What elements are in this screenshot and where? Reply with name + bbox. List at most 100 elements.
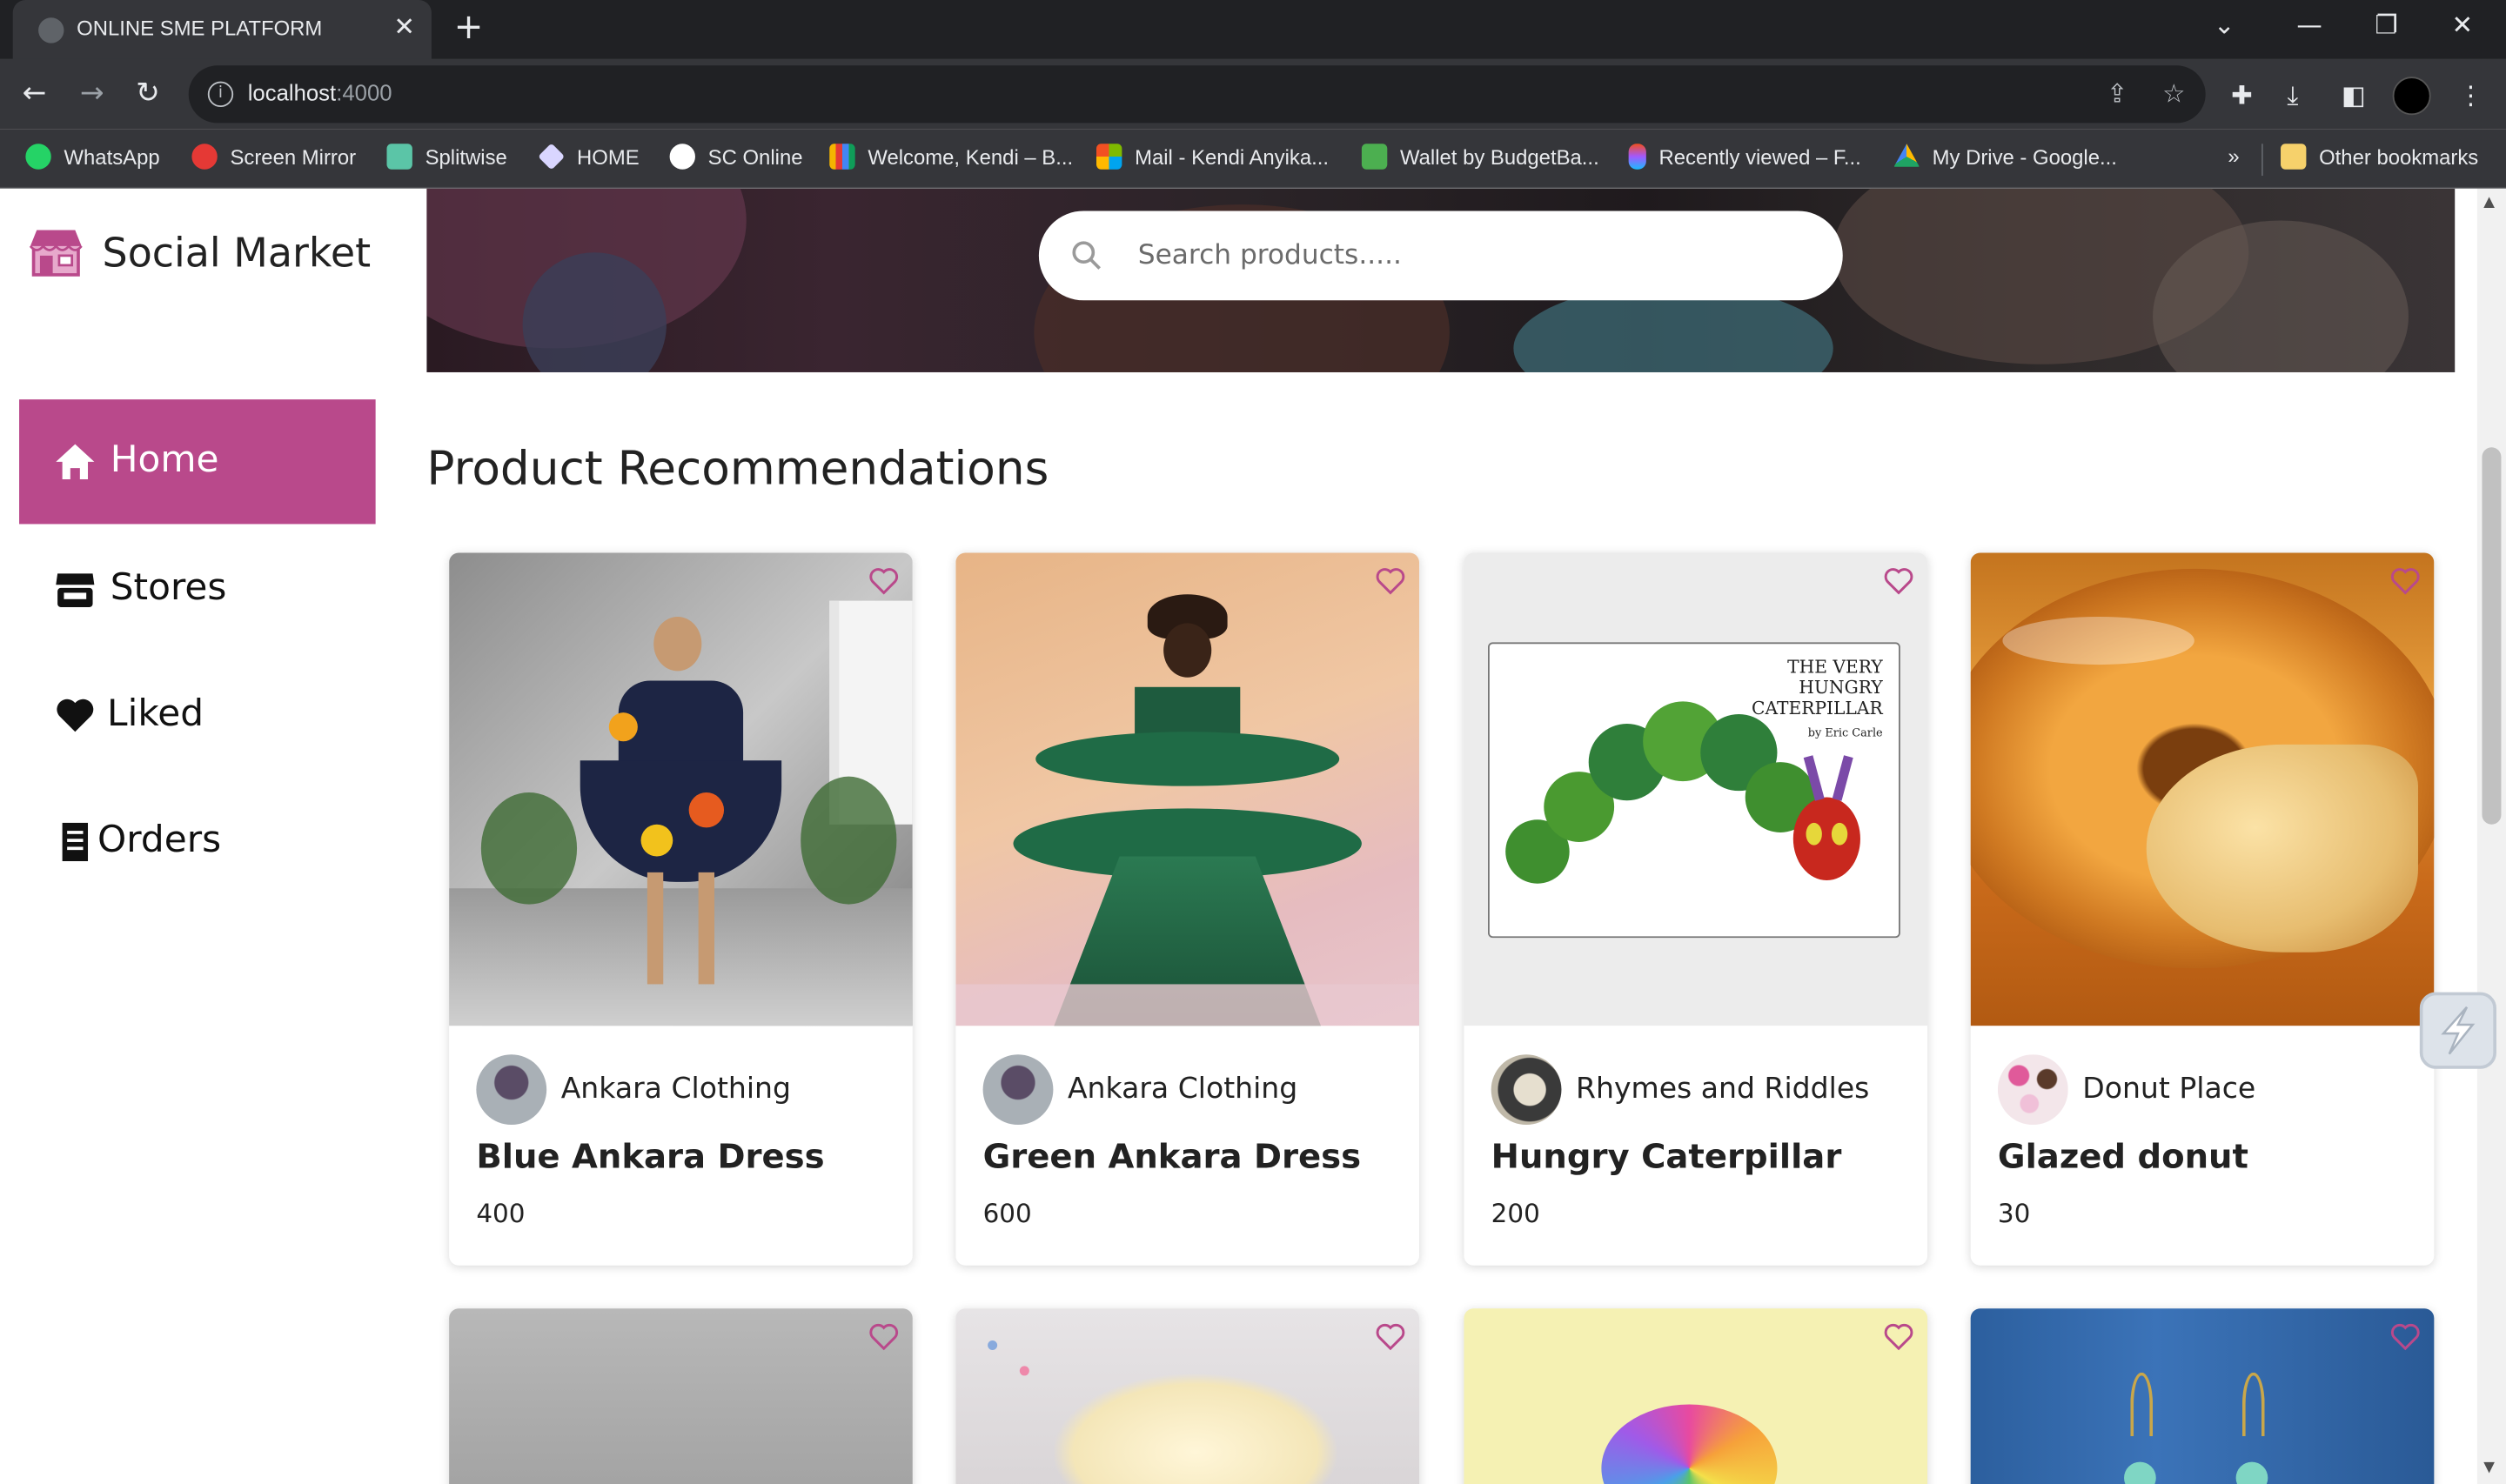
nav-home[interactable]: Home bbox=[19, 399, 376, 525]
product-image[interactable]: THE VERY HUNGRY CATERPILLAR by Eric Carl… bbox=[1464, 552, 1928, 1026]
avatar bbox=[1997, 1054, 2068, 1126]
store-name: Ankara Clothing bbox=[560, 1072, 792, 1106]
screen-mirror-icon bbox=[191, 144, 218, 170]
bookmark-other[interactable]: Other bookmarks bbox=[2281, 144, 2478, 176]
product-card[interactable]: Donut Place Glazed donut 30 bbox=[1970, 552, 2435, 1266]
bookmarks-divider bbox=[2261, 144, 2263, 177]
heart-icon[interactable] bbox=[868, 1321, 900, 1354]
product-name: Hungry Caterpillar bbox=[1491, 1137, 1842, 1176]
product-card[interactable] bbox=[449, 1308, 913, 1484]
store-name: Ankara Clothing bbox=[1067, 1072, 1298, 1106]
section-title: Product Recommendations bbox=[426, 440, 1049, 496]
heart-icon[interactable] bbox=[1375, 565, 1407, 598]
sc-online-icon bbox=[669, 144, 695, 170]
folder-icon bbox=[2281, 144, 2307, 170]
product-price: 400 bbox=[476, 1198, 526, 1229]
chevron-down-icon[interactable]: ⌄ bbox=[2214, 10, 2235, 40]
back-icon[interactable]: ← bbox=[23, 77, 47, 111]
bookmark-screen-mirror[interactable]: Screen Mirror bbox=[191, 144, 356, 176]
menu-icon[interactable]: ⋮ bbox=[2458, 80, 2483, 110]
nav-orders[interactable]: Orders bbox=[19, 779, 376, 904]
floating-extension-button[interactable] bbox=[2419, 992, 2496, 1069]
nav-stores[interactable]: Stores bbox=[19, 527, 376, 652]
whatsapp-icon bbox=[25, 144, 51, 170]
product-card[interactable]: Ankara Clothing Blue Ankara Dress 400 bbox=[449, 552, 913, 1266]
info-icon[interactable]: i bbox=[207, 81, 234, 108]
share-icon[interactable]: ⇪ bbox=[2107, 78, 2128, 109]
bookmark-my-drive[interactable]: My Drive - Google... bbox=[1893, 144, 2117, 176]
store-name: Donut Place bbox=[2082, 1072, 2256, 1106]
bookmark-home[interactable]: HOME bbox=[538, 143, 640, 176]
bookmark-splitwise[interactable]: Splitwise bbox=[386, 144, 507, 176]
page-scrollbar[interactable]: ▲ ▼ bbox=[2476, 188, 2506, 1484]
address-bar[interactable]: i localhost:4000 ⇪ ☆ bbox=[188, 65, 2206, 124]
receipt-icon bbox=[62, 822, 89, 861]
heart-icon[interactable] bbox=[1375, 1321, 1407, 1354]
browser-tab[interactable]: ONLINE SME PLATFORM ✕ bbox=[12, 0, 432, 59]
avatar bbox=[476, 1054, 547, 1126]
bookmark-welcome[interactable]: Welcome, Kendi – B... bbox=[829, 144, 1073, 176]
product-card[interactable] bbox=[1464, 1308, 1928, 1484]
extensions-icon[interactable]: ✚ bbox=[2231, 80, 2253, 110]
heart-icon[interactable] bbox=[2389, 1321, 2422, 1354]
nav-liked[interactable]: Liked bbox=[19, 653, 376, 778]
product-image[interactable] bbox=[955, 552, 1420, 1026]
search-input[interactable] bbox=[1137, 233, 1810, 278]
home-bookmark-icon bbox=[538, 143, 566, 170]
product-name: Blue Ankara Dress bbox=[476, 1137, 825, 1176]
profile-avatar[interactable] bbox=[2392, 77, 2431, 116]
scroll-thumb[interactable] bbox=[2482, 447, 2502, 825]
url-text: localhost:4000 bbox=[247, 79, 392, 106]
reload-icon[interactable]: ↻ bbox=[136, 77, 160, 111]
search-bar[interactable] bbox=[1038, 211, 1843, 301]
product-card[interactable]: Ankara Clothing Green Ankara Dress 600 bbox=[955, 552, 1420, 1266]
bookmark-sc-online[interactable]: SC Online bbox=[669, 144, 803, 176]
bookmark-mail[interactable]: Mail - Kendi Anyika... bbox=[1096, 144, 1329, 176]
tab-strip: ONLINE SME PLATFORM ✕ + ⌄ — ❐ ✕ bbox=[0, 0, 2506, 59]
product-card[interactable] bbox=[1970, 1308, 2435, 1484]
brand-name: Social Market bbox=[102, 230, 372, 277]
page-content: Social Market Home Stores Liked Orders S… bbox=[0, 188, 2477, 1484]
search-icon bbox=[1072, 241, 1101, 270]
home-icon bbox=[56, 444, 95, 480]
bookmark-whatsapp[interactable]: WhatsApp bbox=[25, 144, 160, 176]
star-icon[interactable]: ☆ bbox=[2162, 78, 2185, 109]
product-image[interactable] bbox=[449, 552, 913, 1026]
figma-icon bbox=[1628, 144, 1646, 170]
bookmarks-bar: WhatsApp Screen Mirror Splitwise HOME SC… bbox=[0, 129, 2506, 189]
forward-icon[interactable]: → bbox=[80, 77, 104, 111]
window-close-icon[interactable]: ✕ bbox=[2452, 10, 2474, 40]
bookmark-figma[interactable]: Recently viewed – F... bbox=[1628, 144, 1861, 176]
heart-icon[interactable] bbox=[1883, 1321, 1915, 1354]
microsoft-icon bbox=[1096, 144, 1122, 170]
chart-bookmark-icon bbox=[829, 144, 855, 170]
nav-liked-label: Liked bbox=[107, 693, 204, 735]
product-card[interactable] bbox=[955, 1308, 1420, 1484]
new-tab-button[interactable]: + bbox=[454, 9, 484, 48]
scroll-up-icon[interactable]: ▲ bbox=[2483, 195, 2495, 211]
heart-icon[interactable] bbox=[2389, 565, 2422, 598]
bookmarks-overflow-button[interactable]: » bbox=[2228, 144, 2239, 176]
download-icon[interactable]: ⤓ bbox=[2287, 80, 2298, 112]
wallet-icon bbox=[1361, 144, 1388, 170]
lightning-icon bbox=[2441, 1006, 2476, 1055]
heart-icon[interactable] bbox=[1883, 565, 1915, 598]
product-card[interactable]: THE VERY HUNGRY CATERPILLAR by Eric Carl… bbox=[1464, 552, 1928, 1266]
bookmark-wallet[interactable]: Wallet by BudgetBa... bbox=[1361, 144, 1599, 176]
book-title-line: HUNGRY bbox=[1799, 677, 1883, 699]
side-panel-icon[interactable]: ◧ bbox=[2342, 80, 2366, 110]
product-image[interactable] bbox=[1970, 552, 2435, 1026]
nav-home-label: Home bbox=[110, 439, 219, 481]
browser-toolbar: ← → ↻ i localhost:4000 ⇪ ☆ ✚ ⤓ ◧ ⋮ bbox=[0, 58, 2506, 130]
minimize-icon[interactable]: — bbox=[2296, 10, 2322, 40]
tab-title: ONLINE SME PLATFORM bbox=[77, 16, 323, 40]
nav-orders-label: Orders bbox=[97, 819, 222, 861]
close-icon[interactable]: ✕ bbox=[390, 12, 419, 42]
restore-icon[interactable]: ❐ bbox=[2375, 10, 2397, 40]
splitwise-icon bbox=[386, 144, 412, 170]
book-title-line: CATERPILLAR bbox=[1752, 698, 1883, 719]
heart-icon[interactable] bbox=[868, 565, 900, 598]
nav-stores-label: Stores bbox=[110, 567, 227, 609]
heart-icon bbox=[57, 699, 94, 732]
scroll-down-icon[interactable]: ▼ bbox=[2483, 1461, 2495, 1476]
